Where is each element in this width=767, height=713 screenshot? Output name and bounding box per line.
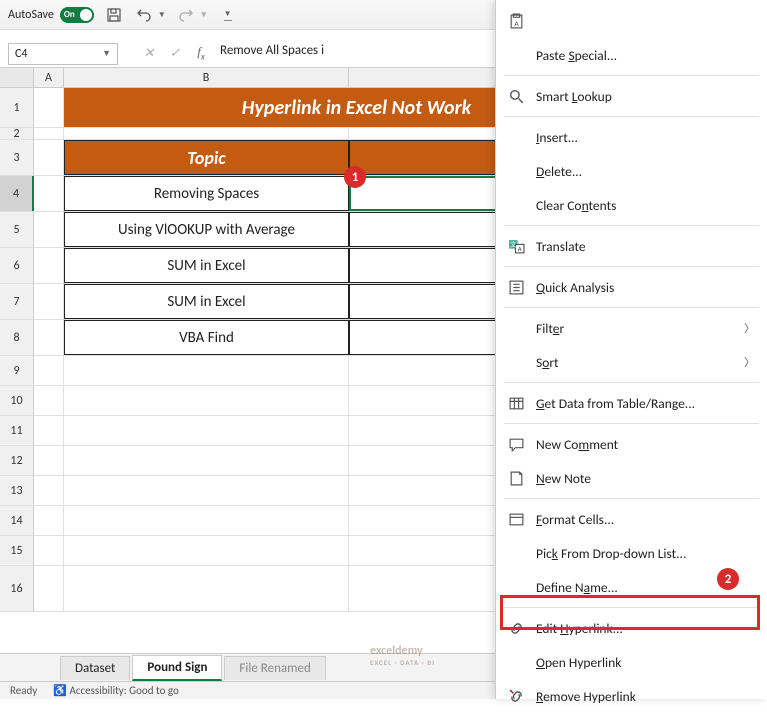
chevron-down-icon[interactable]: ▼ bbox=[102, 48, 111, 59]
chevron-right-icon: 〉 bbox=[744, 320, 755, 336]
row-header[interactable]: 10 bbox=[0, 386, 34, 415]
topic-cell[interactable]: Removing Spaces bbox=[64, 176, 349, 211]
row-header[interactable]: 14 bbox=[0, 506, 34, 535]
status-ready: Ready bbox=[10, 684, 37, 697]
name-box[interactable]: C4 ▼ bbox=[8, 43, 118, 65]
tab-pound-sign[interactable]: Pound Sign bbox=[132, 655, 222, 681]
edit-hyperlink-item[interactable]: Edit Hyperlink... bbox=[496, 611, 767, 645]
format-icon bbox=[506, 509, 526, 529]
redo-dropdown[interactable]: ▼ bbox=[200, 10, 208, 20]
context-menu: A Paste Special... Smart Lookup Insert..… bbox=[495, 0, 767, 699]
remove-hyperlink-item[interactable]: Remove Hyperlink bbox=[496, 679, 767, 713]
enter-formula-icon[interactable]: ✓ bbox=[164, 43, 186, 65]
undo-dropdown[interactable]: ▼ bbox=[158, 10, 166, 20]
paste-special-item[interactable]: Paste Special... bbox=[496, 38, 767, 72]
translate-icon: 文A bbox=[506, 236, 526, 256]
select-all-corner[interactable] bbox=[0, 68, 34, 87]
tab-dataset[interactable]: Dataset bbox=[60, 656, 130, 680]
quick-analysis-item[interactable]: Quick Analysis bbox=[496, 270, 767, 304]
paste-options-item[interactable]: A bbox=[496, 4, 767, 38]
col-header-a[interactable]: A bbox=[34, 68, 64, 87]
remove-link-icon bbox=[506, 686, 526, 706]
comment-icon bbox=[506, 434, 526, 454]
topic-cell[interactable]: SUM in Excel bbox=[64, 248, 349, 283]
new-note-item[interactable]: New Note bbox=[496, 461, 767, 495]
insert-item[interactable]: Insert... bbox=[496, 120, 767, 154]
tab-file-renamed[interactable]: File Renamed bbox=[224, 656, 325, 680]
row-header[interactable]: 8 bbox=[0, 320, 34, 355]
svg-text:A: A bbox=[514, 18, 519, 27]
search-icon bbox=[506, 86, 526, 106]
new-comment-item[interactable]: New Comment bbox=[496, 427, 767, 461]
link-icon bbox=[506, 618, 526, 638]
row-header[interactable]: 12 bbox=[0, 446, 34, 475]
autosave-toggle[interactable]: AutoSave On bbox=[8, 7, 94, 23]
row-header[interactable]: 15 bbox=[0, 536, 34, 565]
filter-item[interactable]: Filter〉 bbox=[496, 311, 767, 345]
row-header[interactable]: 7 bbox=[0, 284, 34, 319]
row-header[interactable]: 1 bbox=[0, 88, 34, 127]
chevron-right-icon: 〉 bbox=[744, 354, 755, 370]
format-cells-item[interactable]: Format Cells... bbox=[496, 502, 767, 536]
row-header[interactable]: 9 bbox=[0, 356, 34, 385]
pick-list-item[interactable]: Pick From Drop-down List... bbox=[496, 536, 767, 570]
save-icon[interactable] bbox=[104, 5, 124, 25]
topic-cell[interactable]: VBA Find bbox=[64, 320, 349, 355]
name-box-value: C4 bbox=[15, 47, 27, 61]
status-accessibility: ♿ Accessibility: Good to go bbox=[53, 684, 178, 697]
delete-item[interactable]: Delete... bbox=[496, 154, 767, 188]
get-data-item[interactable]: Get Data from Table/Range... bbox=[496, 386, 767, 420]
row-header[interactable]: 13 bbox=[0, 476, 34, 505]
row-header[interactable]: 6 bbox=[0, 248, 34, 283]
col-header-b[interactable]: B bbox=[64, 68, 349, 87]
watermark: exceldemyEXCEL · DATA · BI bbox=[370, 644, 435, 667]
paste-clipboard-icon: A bbox=[506, 11, 526, 31]
marker-badge-1: 1 bbox=[344, 166, 366, 188]
toggle-switch[interactable]: On bbox=[60, 7, 94, 23]
undo-icon[interactable] bbox=[134, 5, 154, 25]
row-header[interactable]: 3 bbox=[0, 140, 34, 175]
svg-text:文: 文 bbox=[510, 239, 517, 248]
qat-more[interactable]: ▼ bbox=[224, 9, 232, 21]
clear-contents-item[interactable]: Clear Contents bbox=[496, 188, 767, 222]
smart-lookup-item[interactable]: Smart Lookup bbox=[496, 79, 767, 113]
row-header[interactable]: 11 bbox=[0, 416, 34, 445]
marker-badge-2: 2 bbox=[717, 568, 739, 590]
topic-cell[interactable]: SUM in Excel bbox=[64, 284, 349, 319]
row-header[interactable]: 4 bbox=[0, 176, 34, 211]
table-icon bbox=[506, 393, 526, 413]
redo-icon[interactable] bbox=[176, 5, 196, 25]
topic-cell[interactable]: Using VlOOKUP with Average bbox=[64, 212, 349, 247]
translate-item[interactable]: 文A Translate bbox=[496, 229, 767, 263]
row-header[interactable]: 16 bbox=[0, 566, 34, 611]
autosave-label: AutoSave bbox=[8, 8, 54, 22]
sort-item[interactable]: Sort〉 bbox=[496, 345, 767, 379]
topic-header[interactable]: Topic bbox=[64, 140, 349, 175]
cancel-formula-icon[interactable]: ✕ bbox=[138, 43, 160, 65]
note-icon bbox=[506, 468, 526, 488]
row-header[interactable]: 2 bbox=[0, 128, 34, 139]
svg-text:A: A bbox=[517, 244, 521, 252]
quick-analysis-icon bbox=[506, 277, 526, 297]
row-header[interactable]: 5 bbox=[0, 212, 34, 247]
status-bar: Ready ♿ Accessibility: Good to go bbox=[0, 681, 495, 699]
fx-icon[interactable]: fx bbox=[190, 43, 212, 65]
open-hyperlink-item[interactable]: Open Hyperlink bbox=[496, 645, 767, 679]
